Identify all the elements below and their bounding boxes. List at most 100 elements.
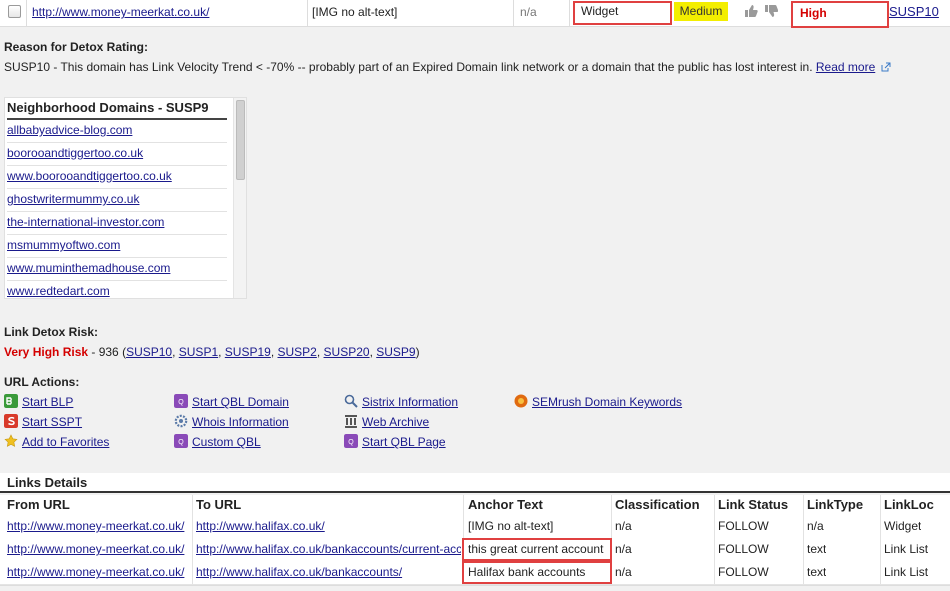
neighborhood-domain-link[interactable]: boorooandtiggertoo.co.uk [7, 146, 143, 160]
reason-text: SUSP10 - This domain has Link Velocity T… [4, 60, 813, 74]
custom-qbl-link[interactable]: Custom QBL [192, 434, 261, 450]
detox-risk-title: Link Detox Risk: [4, 325, 99, 339]
link-status-cell: FOLLOW [718, 542, 769, 556]
classification-cell: n/a [615, 519, 632, 533]
column-header-to-url[interactable]: To URL [196, 495, 241, 517]
anchor-text-cell: [IMG no alt-text] [468, 519, 554, 533]
column-header-from-url[interactable]: From URL [7, 495, 70, 517]
from-url-link[interactable]: http://www.money-meerkat.co.uk/ [7, 519, 184, 533]
link-status-cell: FOLLOW [718, 565, 769, 579]
risk-close: ) [415, 345, 420, 359]
web-archive-link[interactable]: Web Archive [362, 414, 429, 430]
thumbs-up-icon[interactable] [744, 4, 758, 18]
rule-link-susp20[interactable]: SUSP20 [324, 345, 370, 359]
risk-score: - 936 ( [88, 345, 127, 359]
na-value: n/a [520, 5, 537, 19]
list-item: boorooandtiggertoo.co.uk [7, 143, 227, 166]
anchor-highlight [462, 561, 612, 584]
na-cell: n/a [514, 0, 570, 26]
to-url-cell: http://www.halifax.co.uk/ [196, 515, 461, 537]
classification-cell: n/a [615, 542, 632, 556]
neighborhood-domain-link[interactable]: ghostwritermummy.co.uk [7, 192, 139, 206]
archive-icon [345, 415, 357, 428]
rule-link-susp19[interactable]: SUSP19 [225, 345, 271, 359]
link-type-cell: text [807, 565, 827, 579]
external-link-icon[interactable] [881, 62, 891, 72]
svg-text:Q: Q [348, 439, 354, 446]
column-header-link-loc[interactable]: LinkLoc [884, 495, 934, 517]
anchor-cell: [IMG no alt-text] [308, 0, 514, 26]
neighborhood-domain-link[interactable]: the-international-investor.com [7, 215, 164, 229]
neighborhood-domain-link[interactable]: allbabyadvice-blog.com [7, 123, 132, 137]
qbl-icon: Q [344, 434, 358, 448]
risk-value: High [800, 6, 827, 20]
bottom-edge [0, 585, 950, 591]
sspt-icon [4, 414, 18, 428]
table-row: http://www.money-meerkat.co.uk/ http://w… [0, 515, 950, 539]
start-blp-link[interactable]: Start BLP [22, 394, 73, 410]
add-favorites-link[interactable]: Add to Favorites [22, 434, 109, 450]
qbl-icon: Q [174, 394, 188, 408]
neighborhood-domain-link[interactable]: msmummyoftwo.com [7, 238, 120, 252]
column-header-link-status[interactable]: Link Status [718, 495, 788, 517]
whois-link[interactable]: Whois Information [192, 414, 289, 430]
rule-link[interactable]: SUSP10 [889, 4, 939, 19]
to-url-link[interactable]: http://www.halifax.co.uk/ [196, 519, 325, 533]
sistrix-link[interactable]: Sistrix Information [362, 394, 458, 410]
start-sspt-link[interactable]: Start SSPT [22, 414, 82, 430]
link-type-cell: n/a [807, 519, 824, 533]
checkbox-cell [0, 0, 27, 26]
list-item: allbabyadvice-blog.com [7, 120, 227, 143]
list-item: www.boorooandtiggertoo.co.uk [7, 166, 227, 189]
link-loc-cell: Link List [884, 565, 929, 579]
neighborhood-domain-link[interactable]: www.boorooandtiggertoo.co.uk [7, 169, 172, 183]
start-qbl-page-link[interactable]: Start QBL Page [362, 434, 446, 450]
from-url-cell: http://www.money-meerkat.co.uk/ [7, 515, 190, 537]
reason-description: SUSP10 - This domain has Link Velocity T… [4, 60, 891, 74]
thumbs-down-icon[interactable] [764, 4, 778, 18]
links-details-title: Links Details [0, 473, 950, 493]
domain-row: http://www.money-meerkat.co.uk/ [IMG no … [0, 0, 950, 28]
read-more-link[interactable]: Read more [816, 60, 875, 74]
column-header-classification[interactable]: Classification [615, 495, 700, 517]
domain-url-link[interactable]: http://www.money-meerkat.co.uk/ [32, 5, 209, 19]
scrollbar[interactable] [233, 98, 246, 298]
link-status-cell: FOLLOW [718, 519, 769, 533]
link-loc-cell: Link List [884, 542, 929, 556]
to-url-link[interactable]: http://www.halifax.co.uk/bankaccounts/ [196, 565, 402, 579]
neighborhood-domains-panel: Neighborhood Domains - SUSP9 allbabyadvi… [4, 97, 247, 299]
qbl-icon: Q [174, 434, 188, 448]
list-item: msmummyoftwo.com [7, 235, 227, 258]
from-url-link[interactable]: http://www.money-meerkat.co.uk/ [7, 565, 184, 579]
list-item: the-international-investor.com [7, 212, 227, 235]
svg-text:Q: Q [178, 439, 184, 446]
semrush-icon [514, 394, 528, 408]
rule-link-susp9[interactable]: SUSP9 [376, 345, 415, 359]
search-icon [344, 394, 358, 408]
column-header-anchor-text[interactable]: Anchor Text [468, 495, 543, 517]
classification-cell: n/a [615, 565, 632, 579]
neighborhood-domain-link[interactable]: www.muminthemadhouse.com [7, 261, 170, 275]
to-url-link[interactable]: http://www.halifax.co.uk/bankaccounts/cu… [196, 542, 461, 556]
scrollbar-thumb[interactable] [236, 100, 245, 180]
neighborhood-domain-link[interactable]: www.redtedart.com [7, 284, 110, 298]
link-type-value: Widget [581, 4, 619, 18]
detox-risk-line: Very High Risk - 936 (SUSP10, SUSP1, SUS… [4, 345, 420, 359]
from-url-cell: http://www.money-meerkat.co.uk/ [7, 561, 190, 583]
anchor-highlight [462, 538, 612, 561]
link-type-cell: text [807, 542, 827, 556]
semrush-link[interactable]: SEMrush Domain Keywords [532, 394, 682, 410]
star-icon [4, 434, 18, 447]
priority-badge: Medium [674, 2, 728, 21]
url-cell: http://www.money-meerkat.co.uk/ [26, 0, 308, 26]
rule-link-susp10[interactable]: SUSP10 [126, 345, 172, 359]
from-url-link[interactable]: http://www.money-meerkat.co.uk/ [7, 542, 184, 556]
svg-text:Q: Q [178, 399, 184, 406]
to-url-cell: http://www.halifax.co.uk/bankaccounts/cu… [196, 538, 461, 560]
start-qbl-domain-link[interactable]: Start QBL Domain [192, 394, 289, 410]
neighborhood-title: Neighborhood Domains - SUSP9 [7, 100, 227, 120]
rule-link-susp1[interactable]: SUSP1 [179, 345, 218, 359]
list-item: ghostwritermummy.co.uk [7, 189, 227, 212]
rule-link-susp2[interactable]: SUSP2 [278, 345, 317, 359]
column-header-link-type[interactable]: LinkType [807, 495, 863, 517]
